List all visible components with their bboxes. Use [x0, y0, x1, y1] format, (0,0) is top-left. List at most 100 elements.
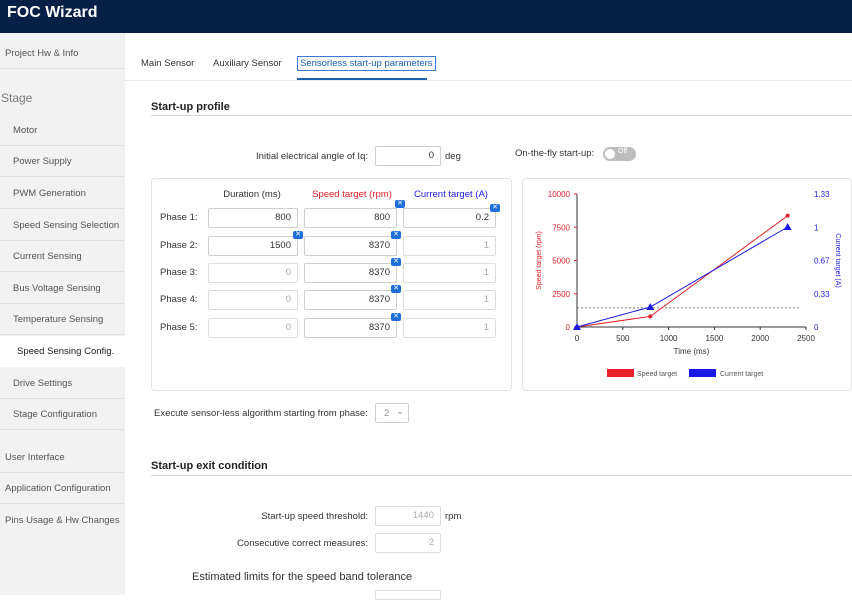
phase1-current-input[interactable]: 0.2 [403, 208, 496, 228]
phase-label: Phase 1: [160, 212, 198, 223]
speed-band-label: Estimated limits for the speed band tole… [192, 571, 413, 583]
x-tick-label: 1500 [706, 334, 724, 343]
chevron-down-icon: ⌄ [396, 406, 405, 417]
speed-threshold-unit: rpm [445, 511, 462, 522]
exec-phase-value: 2 [384, 408, 390, 419]
initial-angle-label: Initial electrical angle of Iq: [256, 151, 368, 162]
phase5-current-input[interactable]: 1 [403, 318, 496, 338]
close-icon[interactable]: ✕ [395, 200, 405, 208]
close-icon[interactable]: ✕ [490, 204, 500, 212]
current-data-point [783, 223, 792, 230]
phase1-speed-input[interactable]: 800 [304, 208, 397, 228]
phase2-speed-input[interactable]: 8370 [304, 236, 397, 256]
y-right-tick-label: 0.67 [814, 257, 830, 266]
speed-data-point [785, 213, 790, 218]
tab-main-sensor[interactable]: Main Sensor [141, 58, 194, 69]
close-icon[interactable]: ✕ [293, 231, 303, 239]
consecutive-measures-label: Consecutive correct measures: [237, 538, 368, 549]
tab-auxiliary-sensor[interactable]: Auxiliary Sensor [213, 58, 282, 69]
y-right-tick-label: 1.33 [814, 190, 830, 199]
x-axis-label: Time (ms) [674, 347, 710, 356]
phase-label: Phase 5: [160, 322, 198, 333]
legend-swatch-current [689, 369, 716, 377]
col-header-speed: Speed target (rpm) [312, 189, 392, 200]
close-icon[interactable]: ✕ [391, 313, 401, 321]
initial-angle-unit: deg [445, 151, 461, 162]
startup-profile-title: Start-up profile [151, 101, 230, 113]
close-icon[interactable]: ✕ [391, 258, 401, 266]
exec-phase-select[interactable]: 2 ⌄ [375, 403, 409, 423]
series-line-current [576, 226, 788, 328]
x-tick-label: 1000 [660, 334, 678, 343]
sidebar-item-temperature-sensing[interactable]: Temperature Sensing [0, 304, 125, 335]
phase4-speed-input[interactable]: 8370 [304, 290, 397, 310]
initial-angle-input[interactable]: 0 [375, 146, 441, 166]
phase4-current-input[interactable]: 1 [403, 290, 496, 310]
phase1-duration-input[interactable]: 800 [208, 208, 298, 228]
speed-band-input[interactable] [375, 590, 441, 600]
sidebar-item-bus-voltage-sensing[interactable]: Bus Voltage Sensing [0, 273, 125, 304]
x-tick-label: 2000 [751, 334, 769, 343]
section-divider [151, 115, 852, 116]
phase5-speed-input[interactable]: 8370 [304, 318, 397, 338]
sidebar: Project Hw & Info Stage Motor Power Supp… [0, 33, 125, 595]
chart-panel: 0 500 1000 1500 2000 2500 0 2500 5000 7500 10000 0 0… [522, 178, 852, 391]
y-left-axis-label: Speed target (rpm) [536, 231, 543, 290]
y-right-tick-label: 1 [814, 223, 819, 232]
speed-threshold-label: Start-up speed threshold: [261, 511, 368, 522]
sidebar-item-motor[interactable]: Motor [0, 115, 125, 146]
sidebar-section-stage[interactable]: Stage [0, 91, 32, 105]
startup-profile-chart: 0 500 1000 1500 2000 2500 0 2500 5000 7500 10000 0 0… [536, 190, 841, 378]
phase2-current-input[interactable]: 1 [403, 236, 496, 256]
legend-label-speed: Speed target [637, 371, 677, 378]
app-header: FOC Wizard [0, 0, 852, 33]
y-left-tick-label: 10000 [548, 190, 571, 199]
tab-sensorless-startup[interactable]: Sensorless start-up parameters [297, 56, 436, 71]
phase-label: Phase 2: [160, 240, 198, 251]
phase3-speed-input[interactable]: 8370 [304, 263, 397, 283]
speed-threshold-input[interactable]: 1440 [375, 506, 441, 526]
sidebar-item-drive-settings[interactable]: Drive Settings [0, 368, 125, 399]
col-header-current: Current target (A) [414, 189, 488, 200]
sidebar-item-speed-sensing-config[interactable]: Speed Sensing Config. [0, 336, 125, 367]
sidebar-item-application-configuration[interactable]: Application Configuration [0, 473, 125, 504]
sidebar-item-current-sensing[interactable]: Current Sensing [0, 241, 125, 272]
col-header-duration: Duration (ms) [223, 189, 281, 200]
active-tab-indicator [297, 78, 427, 80]
close-icon[interactable]: ✕ [391, 285, 401, 293]
close-icon[interactable]: ✕ [391, 231, 401, 239]
app-title: FOC Wizard [7, 4, 98, 21]
y-left-tick-label: 5000 [552, 257, 570, 266]
y-right-tick-label: 0.33 [814, 290, 830, 299]
phase4-duration-input[interactable]: 0 [208, 290, 298, 310]
phase5-duration-input[interactable]: 0 [208, 318, 298, 338]
y-left-tick-label: 2500 [552, 290, 570, 299]
phase-table-panel: Duration (ms) Speed target (rpm) Current… [151, 178, 512, 391]
toggle-knob [605, 149, 615, 159]
phase3-current-input[interactable]: 1 [403, 263, 496, 283]
legend-label-current: Current target [720, 371, 763, 378]
sidebar-item-pins-usage[interactable]: Pins Usage & Hw Changes [0, 505, 125, 536]
x-tick-label: 500 [616, 334, 630, 343]
exit-condition-title: Start-up exit condition [151, 460, 268, 472]
sidebar-item-user-interface[interactable]: User Interface [0, 442, 125, 473]
sidebar-item-pwm-generation[interactable]: PWM Generation [0, 178, 125, 209]
phase-label: Phase 4: [160, 294, 198, 305]
on-the-fly-label: On-the-fly start-up: [515, 148, 595, 159]
on-the-fly-toggle[interactable]: Off [603, 147, 636, 161]
series-line-speed [576, 215, 788, 328]
y-right-tick-label: 0 [814, 323, 819, 332]
sidebar-item-speed-sensing-selection[interactable]: Speed Sensing Selection [0, 210, 125, 241]
sidebar-item-power-supply[interactable]: Power Supply [0, 146, 125, 177]
legend-swatch-speed [607, 369, 634, 377]
sidebar-item-stage-configuration[interactable]: Stage Configuration [0, 399, 125, 430]
consecutive-measures-input[interactable]: 2 [375, 533, 441, 553]
phase2-duration-input[interactable]: 1500 [208, 236, 298, 256]
phase3-duration-input[interactable]: 0 [208, 263, 298, 283]
y-left-tick-label: 7500 [552, 223, 570, 232]
section-divider [151, 475, 852, 476]
phase-label: Phase 3: [160, 267, 198, 278]
x-tick-label: 2500 [797, 334, 815, 343]
sidebar-item-project-hw[interactable]: Project Hw & Info [0, 38, 125, 69]
y-left-tick-label: 0 [566, 323, 571, 332]
